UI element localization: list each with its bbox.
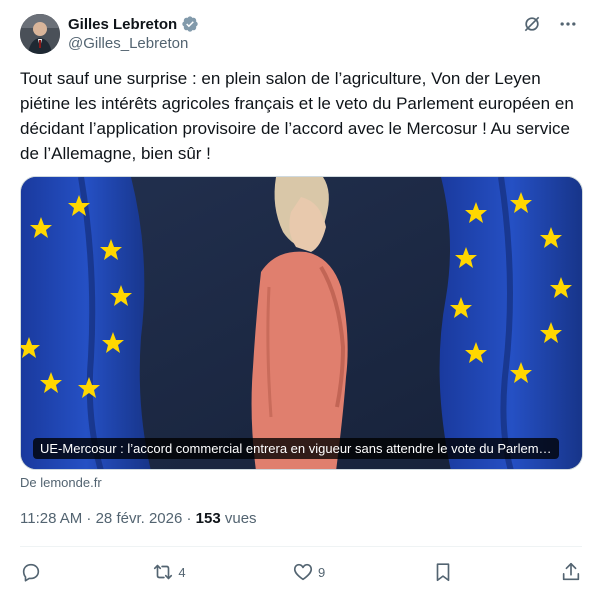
link-card-caption[interactable]: UE-Mercosur : l’accord commercial entrer… <box>33 438 559 459</box>
article-photo <box>21 177 582 469</box>
divider <box>20 546 582 547</box>
link-card-source[interactable]: De lemonde.fr <box>20 475 102 490</box>
view-count: 153 <box>195 510 221 527</box>
retweet-icon <box>154 564 173 580</box>
reply-button[interactable] <box>20 557 46 587</box>
retweet-button[interactable]: 4 <box>152 557 186 587</box>
verified-badge-icon <box>181 15 199 33</box>
share-icon <box>562 562 580 581</box>
tweet-timestamp[interactable]: 11:28 AM · 28 févr. 2026 · <box>20 510 196 527</box>
tweet-metadata: 11:28 AM · 28 févr. 2026 · 153 vues <box>20 510 257 527</box>
author-name-row: Gilles Lebreton <box>68 14 199 34</box>
grok-icon[interactable] <box>520 12 544 36</box>
more-icon[interactable] <box>556 12 580 36</box>
tweet-actions-bar: 4 9 <box>20 557 582 587</box>
reply-icon <box>22 563 40 582</box>
tweet-text: Tout sauf une surprise : en plein salon … <box>20 69 574 163</box>
retweet-count: 4 <box>178 564 186 580</box>
share-button[interactable] <box>560 557 582 587</box>
avatar[interactable] <box>20 14 60 54</box>
bookmark-icon <box>436 563 449 582</box>
like-count: 9 <box>317 564 326 580</box>
bookmark-button[interactable] <box>432 557 454 587</box>
tweet-header-actions <box>520 12 580 36</box>
author-handle[interactable]: @Gilles_Lebreton <box>68 35 188 52</box>
like-icon <box>293 563 313 581</box>
views-label: vues <box>220 510 257 527</box>
link-card-image[interactable]: UE-Mercosur : l’accord commercial entrer… <box>20 176 583 470</box>
tweet[interactable]: Gilles Lebreton @Gilles_Lebreton Tout sa… <box>0 0 602 597</box>
author-name[interactable]: Gilles Lebreton <box>68 16 177 33</box>
like-button[interactable]: 9 <box>292 557 325 587</box>
